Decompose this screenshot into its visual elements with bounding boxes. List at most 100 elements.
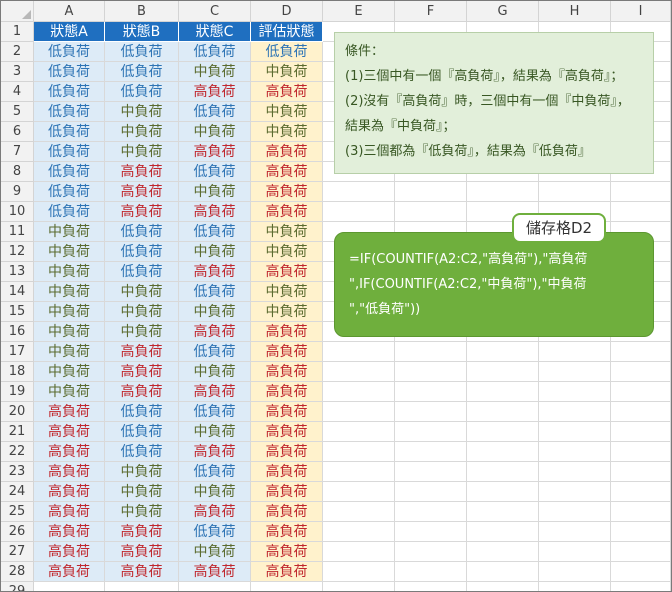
empty-cell[interactable] xyxy=(323,522,395,542)
result-cell[interactable]: 高負荷 xyxy=(251,462,323,482)
result-cell[interactable]: 高負荷 xyxy=(251,502,323,522)
result-cell[interactable]: 高負荷 xyxy=(251,202,323,222)
status-cell[interactable]: 中負荷 xyxy=(105,482,179,502)
empty-cell[interactable] xyxy=(323,482,395,502)
result-cell[interactable]: 中負荷 xyxy=(251,102,323,122)
empty-cell[interactable] xyxy=(323,202,395,222)
status-cell[interactable]: 高負荷 xyxy=(105,202,179,222)
status-cell[interactable]: 中負荷 xyxy=(34,242,105,262)
row-header[interactable]: 24 xyxy=(1,482,34,502)
empty-cell[interactable] xyxy=(539,522,611,542)
result-cell[interactable]: 低負荷 xyxy=(251,42,323,62)
status-cell[interactable]: 高負荷 xyxy=(34,482,105,502)
empty-cell[interactable] xyxy=(323,542,395,562)
empty-cell[interactable] xyxy=(539,422,611,442)
status-cell[interactable]: 低負荷 xyxy=(34,42,105,62)
empty-cell[interactable] xyxy=(611,462,671,482)
row-header[interactable]: 3 xyxy=(1,62,34,82)
row-header[interactable]: 28 xyxy=(1,562,34,582)
column-header-d[interactable]: D xyxy=(251,1,323,22)
status-cell[interactable]: 高負荷 xyxy=(105,382,179,402)
result-cell[interactable]: 高負荷 xyxy=(251,382,323,402)
result-cell[interactable]: 中負荷 xyxy=(251,222,323,242)
empty-cell[interactable] xyxy=(467,562,539,582)
empty-cell[interactable] xyxy=(395,182,467,202)
column-header-i[interactable]: I xyxy=(611,1,671,22)
result-cell[interactable]: 高負荷 xyxy=(251,442,323,462)
empty-cell[interactable] xyxy=(467,502,539,522)
row-header[interactable]: 13 xyxy=(1,262,34,282)
empty-cell[interactable] xyxy=(395,482,467,502)
empty-cell[interactable] xyxy=(467,582,539,591)
empty-cell[interactable] xyxy=(539,562,611,582)
result-cell[interactable]: 中負荷 xyxy=(251,242,323,262)
empty-cell[interactable] xyxy=(611,542,671,562)
status-cell[interactable]: 中負荷 xyxy=(34,322,105,342)
status-cell[interactable]: 低負荷 xyxy=(179,462,251,482)
empty-cell[interactable] xyxy=(395,342,467,362)
empty-cell[interactable] xyxy=(395,462,467,482)
result-cell[interactable]: 高負荷 xyxy=(251,342,323,362)
row-header[interactable]: 6 xyxy=(1,122,34,142)
status-cell[interactable]: 中負荷 xyxy=(179,422,251,442)
status-cell[interactable]: 中負荷 xyxy=(105,282,179,302)
status-cell[interactable]: 低負荷 xyxy=(179,222,251,242)
status-cell[interactable]: 高負荷 xyxy=(105,542,179,562)
status-cell[interactable]: 中負荷 xyxy=(34,282,105,302)
status-cell[interactable]: 低負荷 xyxy=(105,222,179,242)
empty-cell[interactable] xyxy=(395,542,467,562)
status-cell[interactable]: 中負荷 xyxy=(34,262,105,282)
empty-cell[interactable] xyxy=(539,182,611,202)
status-cell[interactable]: 中負荷 xyxy=(105,462,179,482)
empty-cell[interactable] xyxy=(323,402,395,422)
status-cell[interactable]: 高負荷 xyxy=(34,442,105,462)
empty-cell[interactable] xyxy=(34,582,105,591)
empty-cell[interactable] xyxy=(611,442,671,462)
empty-cell[interactable] xyxy=(323,422,395,442)
table-header-cell[interactable]: 狀態B xyxy=(105,22,179,42)
empty-cell[interactable] xyxy=(539,582,611,591)
empty-cell[interactable] xyxy=(611,562,671,582)
status-cell[interactable]: 高負荷 xyxy=(105,162,179,182)
empty-cell[interactable] xyxy=(611,502,671,522)
status-cell[interactable]: 高負荷 xyxy=(105,182,179,202)
empty-cell[interactable] xyxy=(539,542,611,562)
status-cell[interactable]: 低負荷 xyxy=(34,102,105,122)
row-header[interactable]: 11 xyxy=(1,222,34,242)
row-header[interactable]: 16 xyxy=(1,322,34,342)
result-cell[interactable]: 高負荷 xyxy=(251,482,323,502)
status-cell[interactable]: 高負荷 xyxy=(179,502,251,522)
status-cell[interactable]: 中負荷 xyxy=(105,322,179,342)
empty-cell[interactable] xyxy=(467,342,539,362)
empty-cell[interactable] xyxy=(395,442,467,462)
row-header[interactable]: 26 xyxy=(1,522,34,542)
status-cell[interactable]: 高負荷 xyxy=(34,402,105,422)
column-header-a[interactable]: A xyxy=(34,1,105,22)
table-header-cell[interactable]: 狀態C xyxy=(179,22,251,42)
row-header[interactable]: 17 xyxy=(1,342,34,362)
empty-cell[interactable] xyxy=(611,182,671,202)
status-cell[interactable]: 高負荷 xyxy=(179,442,251,462)
row-header[interactable]: 27 xyxy=(1,542,34,562)
status-cell[interactable]: 中負荷 xyxy=(105,122,179,142)
status-cell[interactable]: 低負荷 xyxy=(34,122,105,142)
empty-cell[interactable] xyxy=(467,482,539,502)
empty-cell[interactable] xyxy=(395,362,467,382)
empty-cell[interactable] xyxy=(467,442,539,462)
status-cell[interactable]: 高負荷 xyxy=(179,562,251,582)
status-cell[interactable]: 中負荷 xyxy=(105,302,179,322)
result-cell[interactable]: 高負荷 xyxy=(251,422,323,442)
column-header-h[interactable]: H xyxy=(539,1,611,22)
status-cell[interactable]: 中負荷 xyxy=(105,142,179,162)
result-cell[interactable]: 中負荷 xyxy=(251,282,323,302)
status-cell[interactable]: 中負荷 xyxy=(179,242,251,262)
status-cell[interactable]: 中負荷 xyxy=(179,122,251,142)
row-header[interactable]: 14 xyxy=(1,282,34,302)
row-header[interactable]: 23 xyxy=(1,462,34,482)
result-cell[interactable]: 高負荷 xyxy=(251,262,323,282)
status-cell[interactable]: 低負荷 xyxy=(179,282,251,302)
empty-cell[interactable] xyxy=(251,582,323,591)
table-header-cell[interactable]: 評估狀態 xyxy=(251,22,323,42)
row-header[interactable]: 19 xyxy=(1,382,34,402)
status-cell[interactable]: 低負荷 xyxy=(34,202,105,222)
